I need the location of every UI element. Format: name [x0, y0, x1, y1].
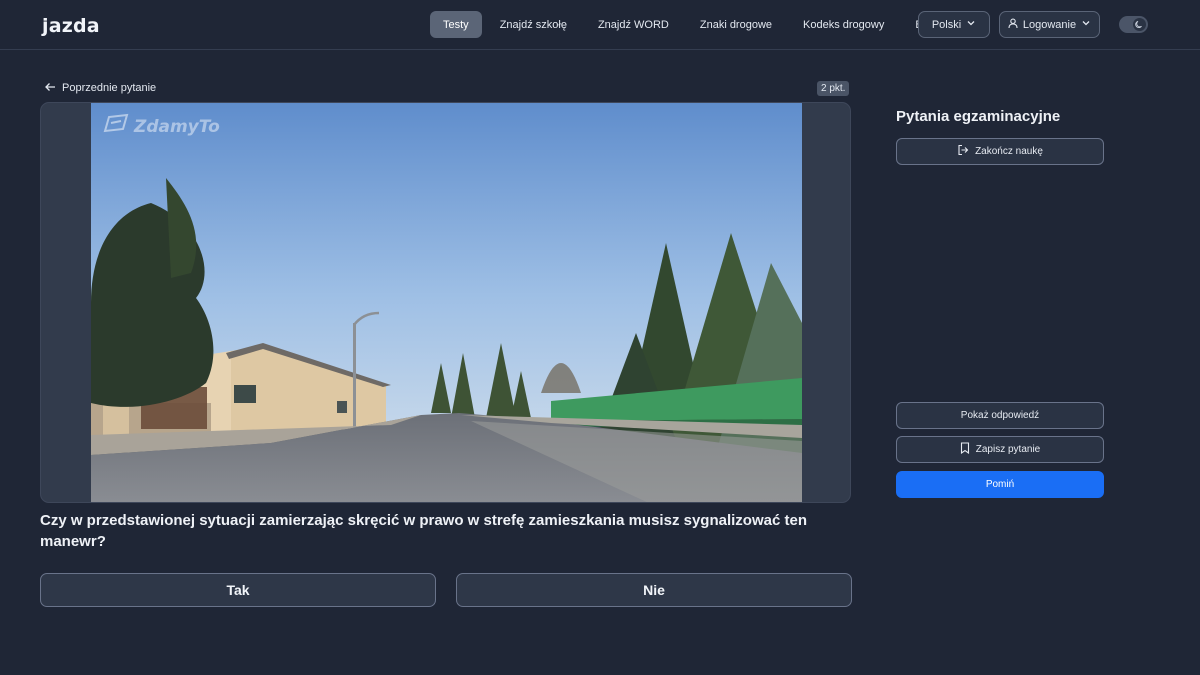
- main-nav: Testy Znajdź szkołę Znajdź WORD Znaki dr…: [430, 11, 950, 38]
- skip-button[interactable]: Pomiń: [896, 471, 1104, 498]
- save-question-button[interactable]: Zapisz pytanie: [896, 436, 1104, 463]
- login-label: Logowanie: [1022, 18, 1077, 31]
- nav-item-testy[interactable]: Testy: [430, 11, 482, 38]
- road-scene-image: [91, 103, 802, 502]
- language-select[interactable]: Polski: [918, 11, 990, 38]
- chevron-down-icon: [1081, 18, 1091, 31]
- skip-label: Pomiń: [985, 479, 1015, 490]
- end-learning-button[interactable]: Zakończ naukę: [896, 138, 1104, 165]
- previous-question-link[interactable]: Poprzednie pytanie: [44, 80, 156, 96]
- watermark-logo: ZdamyTo: [101, 113, 220, 140]
- logout-icon: [957, 144, 969, 159]
- chevron-down-icon: [966, 18, 976, 31]
- top-navigation-bar: jazda Testy Znajdź szkołę Znajdź WORD Zn…: [0, 0, 1200, 50]
- save-question-label: Zapisz pytanie: [975, 444, 1041, 455]
- watermark-text: ZdamyTo: [134, 116, 220, 137]
- question-media: ZdamyTo: [40, 102, 851, 503]
- show-answer-label: Pokaż odpowiedź: [960, 410, 1040, 421]
- moon-icon: [1133, 18, 1146, 31]
- theme-toggle[interactable]: [1119, 16, 1148, 33]
- nav-item-kodeks-drogowy[interactable]: Kodeks drogowy: [790, 11, 897, 38]
- answer-no-button[interactable]: Nie: [456, 573, 852, 607]
- question-text: Czy w przedstawionej sytuacji zamierzają…: [40, 512, 807, 550]
- sidebar-title: Pytania egzaminacyjne: [896, 108, 1061, 125]
- arrow-left-icon: [44, 82, 56, 95]
- watermark-car-icon: [101, 113, 131, 140]
- jazda-logo[interactable]: jazda: [42, 11, 100, 37]
- nav-item-znajdz-word[interactable]: Znajdź WORD: [585, 11, 682, 38]
- show-answer-button[interactable]: Pokaż odpowiedź: [896, 402, 1104, 429]
- answer-yes-button[interactable]: Tak: [40, 573, 436, 607]
- points-badge: 2 pkt.: [817, 81, 850, 96]
- user-icon: [1008, 18, 1018, 32]
- end-learning-label: Zakończ naukę: [975, 146, 1043, 157]
- login-button[interactable]: Logowanie: [999, 11, 1100, 38]
- language-label: Polski: [931, 18, 962, 31]
- previous-question-label: Poprzednie pytanie: [62, 82, 157, 94]
- bookmark-icon: [960, 442, 970, 457]
- nav-item-znajdz-szkole[interactable]: Znajdź szkołę: [487, 11, 580, 38]
- logo-text: jazda: [42, 15, 100, 37]
- nav-item-znaki-drogowe[interactable]: Znaki drogowe: [687, 11, 785, 38]
